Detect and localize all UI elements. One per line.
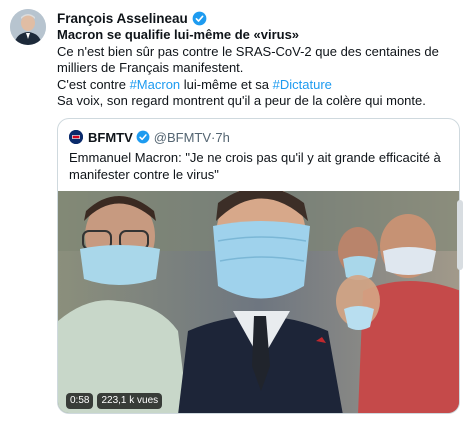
scrollbar-thumb[interactable] (457, 200, 463, 270)
hashtag-dictature[interactable]: #Dictature (273, 77, 332, 92)
quoted-time[interactable]: 7h (215, 130, 229, 145)
author-row: François Asselineau (57, 9, 207, 27)
tweet-line-2-prefix: C'est contre (57, 76, 130, 92)
quoted-author-name[interactable]: BFMTV (88, 130, 133, 145)
scrollbar[interactable] (457, 0, 463, 423)
author-name[interactable]: François Asselineau (57, 11, 188, 26)
quoted-tweet[interactable]: BFMTV @BFMTV · 7h Emmanuel Macron: "Je n… (57, 118, 460, 414)
tweet-line-1: Ce n'est bien sûr pas contre le SRAS-CoV… (57, 43, 439, 76)
tweet-headline: Macron se qualifie lui-même de «virus» (57, 27, 300, 42)
author-avatar[interactable] (10, 9, 46, 45)
video-thumbnail[interactable] (58, 191, 459, 413)
video-info: 0:58 223,1 k vues (66, 393, 163, 409)
video-frame-image (58, 191, 459, 413)
tweet-line-2-middle: lui-même et sa (180, 76, 273, 92)
verified-badge-icon (192, 11, 207, 26)
quoted-author-handle[interactable]: @BFMTV (154, 130, 211, 145)
tweet[interactable]: François Asselineau Macron se qualifie l… (0, 0, 469, 423)
tweet-text: Macron se qualifie lui-même de «virus» C… (57, 27, 459, 110)
quoted-text: Emmanuel Macron: "Je ne crois pas qu'il … (69, 150, 441, 182)
bfmtv-logo-icon (69, 130, 83, 144)
quoted-header: BFMTV @BFMTV · 7h (69, 129, 230, 145)
video-duration: 0:58 (66, 393, 94, 409)
quoted-verified-badge-icon (136, 130, 150, 144)
video-views: 223,1 k vues (97, 393, 163, 409)
hashtag-macron[interactable]: #Macron (130, 77, 181, 92)
tweet-line-3: Sa voix, son regard montrent qu'il a peu… (57, 93, 426, 108)
tweet-line-2: C'est contre #Macron lui-même et sa #Dic… (57, 77, 459, 94)
